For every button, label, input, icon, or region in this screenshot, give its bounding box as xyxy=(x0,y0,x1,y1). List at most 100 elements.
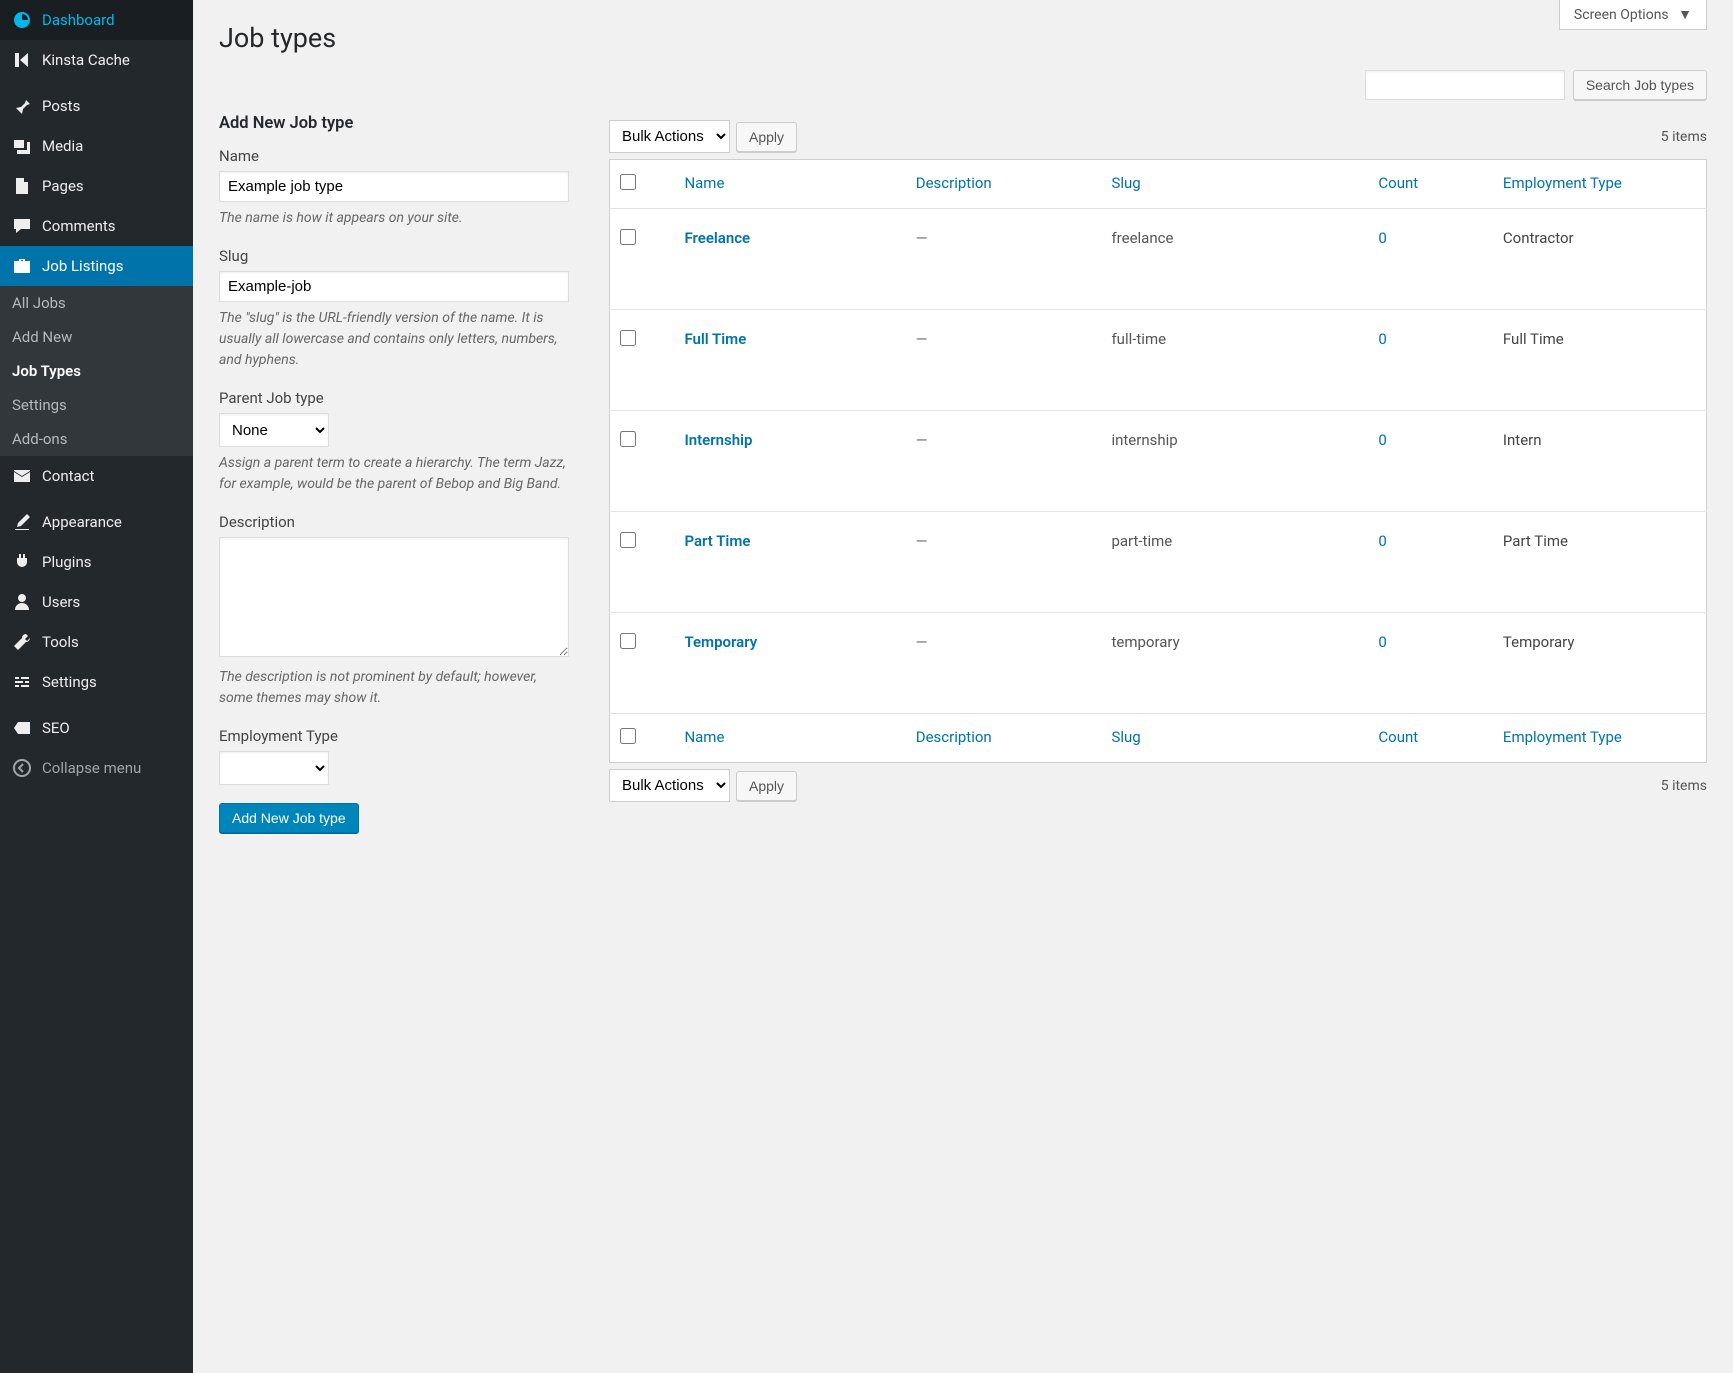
sidebar-item-media[interactable]: Media xyxy=(0,126,193,166)
select-all-top[interactable] xyxy=(620,174,636,190)
apply-button-top[interactable]: Apply xyxy=(736,122,797,152)
search-input[interactable] xyxy=(1365,70,1565,100)
term-count-link[interactable]: 0 xyxy=(1378,431,1386,449)
table-row: Temporary—temporary0Temporary xyxy=(610,613,1707,714)
term-count-link[interactable]: 0 xyxy=(1378,633,1386,651)
select-all-bottom[interactable] xyxy=(620,728,636,744)
add-new-submit-button[interactable]: Add New Job type xyxy=(219,803,359,833)
bulk-actions-select-bottom[interactable]: Bulk Actions xyxy=(609,769,730,802)
col-footer-slug[interactable]: Slug xyxy=(1101,714,1368,763)
dashboard-icon xyxy=(12,10,32,30)
bulk-actions-select-top[interactable]: Bulk Actions xyxy=(609,120,730,153)
name-help: The name is how it appears on your site. xyxy=(219,208,569,229)
sidebar-item-seo[interactable]: SEO xyxy=(0,708,193,748)
form-heading: Add New Job type xyxy=(219,114,569,133)
sidebar-item-comments[interactable]: Comments xyxy=(0,206,193,246)
employment-type-select[interactable] xyxy=(219,751,329,785)
term-employment-type: Part Time xyxy=(1493,512,1707,613)
description-textarea[interactable] xyxy=(219,537,569,657)
sidebar-label: Posts xyxy=(42,97,80,115)
sidebar-item-contact[interactable]: Contact xyxy=(0,456,193,496)
media-icon xyxy=(12,136,32,156)
term-slug: internship xyxy=(1101,411,1368,512)
row-checkbox[interactable] xyxy=(620,431,636,447)
items-count-bottom: 5 items xyxy=(1661,778,1707,794)
term-slug: temporary xyxy=(1101,613,1368,714)
sidebar-item-posts[interactable]: Posts xyxy=(0,86,193,126)
term-slug: full-time xyxy=(1101,310,1368,411)
col-footer-name[interactable]: Name xyxy=(674,714,905,763)
sidebar-item-collapse[interactable]: Collapse menu xyxy=(0,748,193,788)
parent-select[interactable]: None xyxy=(219,413,329,447)
term-name-link[interactable]: Full Time xyxy=(684,330,746,348)
description-help: The description is not prominent by defa… xyxy=(219,667,569,709)
row-checkbox[interactable] xyxy=(620,229,636,245)
slug-input[interactable] xyxy=(219,271,569,302)
term-name-link[interactable]: Temporary xyxy=(684,633,757,651)
term-employment-type: Intern xyxy=(1493,411,1707,512)
term-description: — xyxy=(916,431,928,449)
submenu-all-jobs[interactable]: All Jobs xyxy=(0,286,193,320)
sidebar-label: Settings xyxy=(42,673,97,691)
add-new-form: Add New Job type Name The name is how it… xyxy=(219,114,569,833)
col-header-slug[interactable]: Slug xyxy=(1101,160,1368,209)
collapse-icon xyxy=(12,758,32,778)
page-title: Job types xyxy=(219,0,1707,70)
col-footer-count[interactable]: Count xyxy=(1368,714,1493,763)
sidebar-label: Collapse menu xyxy=(42,759,141,777)
row-checkbox[interactable] xyxy=(620,532,636,548)
sidebar-item-job-listings[interactable]: Job Listings xyxy=(0,246,193,286)
term-name-link[interactable]: Part Time xyxy=(684,532,750,550)
col-footer-description[interactable]: Description xyxy=(906,714,1102,763)
submenu-job-types[interactable]: Job Types xyxy=(0,354,193,388)
sidebar-item-appearance[interactable]: Appearance xyxy=(0,502,193,542)
col-header-count[interactable]: Count xyxy=(1368,160,1493,209)
sidebar-item-dashboard[interactable]: Dashboard xyxy=(0,0,193,40)
name-label: Name xyxy=(219,147,569,165)
parent-help: Assign a parent term to create a hierarc… xyxy=(219,453,569,495)
term-employment-type: Full Time xyxy=(1493,310,1707,411)
wrench-icon xyxy=(12,632,32,652)
term-description: — xyxy=(916,229,928,247)
briefcase-icon xyxy=(12,256,32,276)
term-description: — xyxy=(916,532,928,550)
term-count-link[interactable]: 0 xyxy=(1378,229,1386,247)
submenu-settings[interactable]: Settings xyxy=(0,388,193,422)
page-icon xyxy=(12,176,32,196)
sidebar-item-plugins[interactable]: Plugins xyxy=(0,542,193,582)
term-count-link[interactable]: 0 xyxy=(1378,532,1386,550)
search-bar: Search Job types xyxy=(219,70,1707,100)
submenu-addons[interactable]: Add-ons xyxy=(0,422,193,456)
plug-icon xyxy=(12,552,32,572)
sidebar-label: Dashboard xyxy=(42,11,115,29)
sidebar-item-kinsta[interactable]: Kinsta Cache xyxy=(0,40,193,80)
main-content: Screen Options ▼ Job types Search Job ty… xyxy=(193,0,1733,1373)
seo-icon xyxy=(12,718,32,738)
sidebar-item-pages[interactable]: Pages xyxy=(0,166,193,206)
term-description: — xyxy=(916,330,928,348)
sidebar-label: Kinsta Cache xyxy=(42,51,130,69)
sidebar-label: Job Listings xyxy=(42,257,123,275)
sidebar-label: Pages xyxy=(42,177,84,195)
col-header-employment-type[interactable]: Employment Type xyxy=(1493,160,1707,209)
search-button[interactable]: Search Job types xyxy=(1573,70,1707,100)
term-name-link[interactable]: Internship xyxy=(684,431,752,449)
admin-sidebar: Dashboard Kinsta Cache Posts Media Pages… xyxy=(0,0,193,1373)
pin-icon xyxy=(12,96,32,116)
employment-type-label: Employment Type xyxy=(219,727,569,745)
sidebar-item-settings[interactable]: Settings xyxy=(0,662,193,702)
sliders-icon xyxy=(12,672,32,692)
name-input[interactable] xyxy=(219,171,569,202)
term-count-link[interactable]: 0 xyxy=(1378,330,1386,348)
col-header-description[interactable]: Description xyxy=(906,160,1102,209)
apply-button-bottom[interactable]: Apply xyxy=(736,771,797,801)
col-header-name[interactable]: Name xyxy=(674,160,905,209)
sidebar-item-tools[interactable]: Tools xyxy=(0,622,193,662)
term-name-link[interactable]: Freelance xyxy=(684,229,750,247)
screen-options-toggle[interactable]: Screen Options ▼ xyxy=(1559,0,1707,30)
row-checkbox[interactable] xyxy=(620,330,636,346)
row-checkbox[interactable] xyxy=(620,633,636,649)
col-footer-employment-type[interactable]: Employment Type xyxy=(1493,714,1707,763)
submenu-add-new[interactable]: Add New xyxy=(0,320,193,354)
sidebar-item-users[interactable]: Users xyxy=(0,582,193,622)
